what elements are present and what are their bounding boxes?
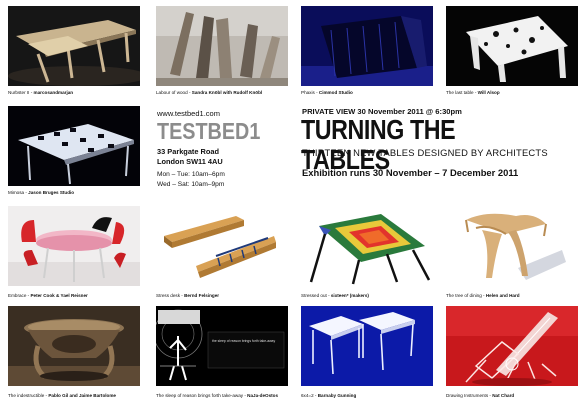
designer-name: Will Alsop [477,90,500,95]
designer-name: Cimmod Studio [318,90,353,95]
table-name: Nurbster II - [8,90,34,95]
designer-name: Pablo Gil and Jaime Bartolome [48,393,116,398]
caption-stress-desk: Stress desk - Bernd Felsinger [156,293,219,299]
designer-name: Peter Cook & Yael Reisner [30,293,88,298]
table-name: Phaxis - [301,90,319,95]
exhibition-subtitle: THIRTEEN NEW TABLES DESIGNED BY ARCHITEC… [302,147,548,158]
designer-name: Bernd Felsinger [184,293,220,298]
designer-name: Sandra Knöbl with Rudolf Knöbl [191,90,263,95]
photo-stressed-out [301,206,433,286]
photo-stress-desk [156,206,288,286]
photo-tree-of-dining [446,206,578,286]
caption-sleep-of-reason: The sleep of reason brings forth take-aw… [156,393,278,399]
table-name: Stress desk - [156,293,185,298]
designer-name: Jason Bruges Studio [28,190,75,195]
caption-6x4-2: 6x4=2 - Barnaby Gunning [301,393,356,399]
exhibition-title: TURNING THE TABLES [301,114,456,175]
exhibition-dates: Exhibition runs 30 November – 7 December… [302,167,519,178]
photo-drawing-instruments [446,306,578,386]
gallery-address: 33 Parkgate Road London SW11 4AU [157,147,223,166]
table-name: Drawing Instruments - [446,393,493,398]
website-url[interactable]: www.testbed1.com [157,109,220,118]
designer-name: NaJa-deOstos [247,393,279,398]
designer-name: Barnaby Gunning [317,393,357,398]
table-name: Embrace - [8,293,31,298]
photo-labour-of-wood [156,6,288,86]
table-name: Labour of wood - [156,90,192,95]
caption-indestructible: The indestructible - Pablo Gil and Jaime… [8,393,116,399]
caption-last-table: The last table - Will Alsop [446,90,500,96]
table-name: Mimosa - [8,190,29,195]
table-name: The sleep of reason brings forth take-aw… [156,393,248,398]
caption-embrace: Embrace - Peter Cook & Yael Reisner [8,293,88,299]
caption-stressed-out: Stressed out - sixteen* (makers) [301,293,369,299]
address-line: 33 Parkgate Road [157,147,220,156]
designer-name: Helen and Hard [485,293,520,298]
table-name: The indestructible - [8,393,49,398]
opening-hours: Mon – Tue: 10am–6pm Wed – Sat: 10am–9pm [157,170,225,189]
photo-last-table [446,6,578,86]
table-name: The last table - [446,90,478,95]
hours-line: Wed – Sat: 10am–9pm [157,180,225,188]
caption-labour-of-wood: Labour of wood - Sandra Knöbl with Rudol… [156,90,262,96]
designer-name: sixteen* (makers) [330,293,369,298]
photo-embrace [8,206,140,286]
caption-nurbster: Nurbster II - marcosandmarjan [8,90,73,96]
designer-name: marcosandmarjan [33,90,74,95]
table-name: Stressed out - [301,293,331,298]
gallery-logo: TESTBED1 [157,118,261,144]
caption-mimosa: Mimosa - Jason Bruges Studio [8,190,74,196]
photo-mimosa [8,106,140,186]
photo-nurbster [8,6,140,86]
address-line: London SW11 4AU [157,156,223,166]
caption-tree-of-dining: The tree of dining - Helen and Hard [446,293,520,299]
designer-name: Nat Chard [492,393,515,398]
photo-phaxis [301,6,433,86]
table-name: The tree of dining - [446,293,486,298]
photo-6x4-2 [301,306,433,386]
photo-sleep-of-reason: the sleep of reason brings forth take-aw… [156,306,288,386]
inset-caption: the sleep of reason brings forth take-aw… [212,339,275,343]
caption-phaxis: Phaxis - Cimmod Studio [301,90,353,96]
table-name: 6x4=2 - [301,393,318,398]
hours-line: Mon – Tue: 10am–6pm [157,171,225,178]
caption-drawing-instruments: Drawing Instruments - Nat Chard [446,393,514,399]
photo-indestructible [8,306,140,386]
